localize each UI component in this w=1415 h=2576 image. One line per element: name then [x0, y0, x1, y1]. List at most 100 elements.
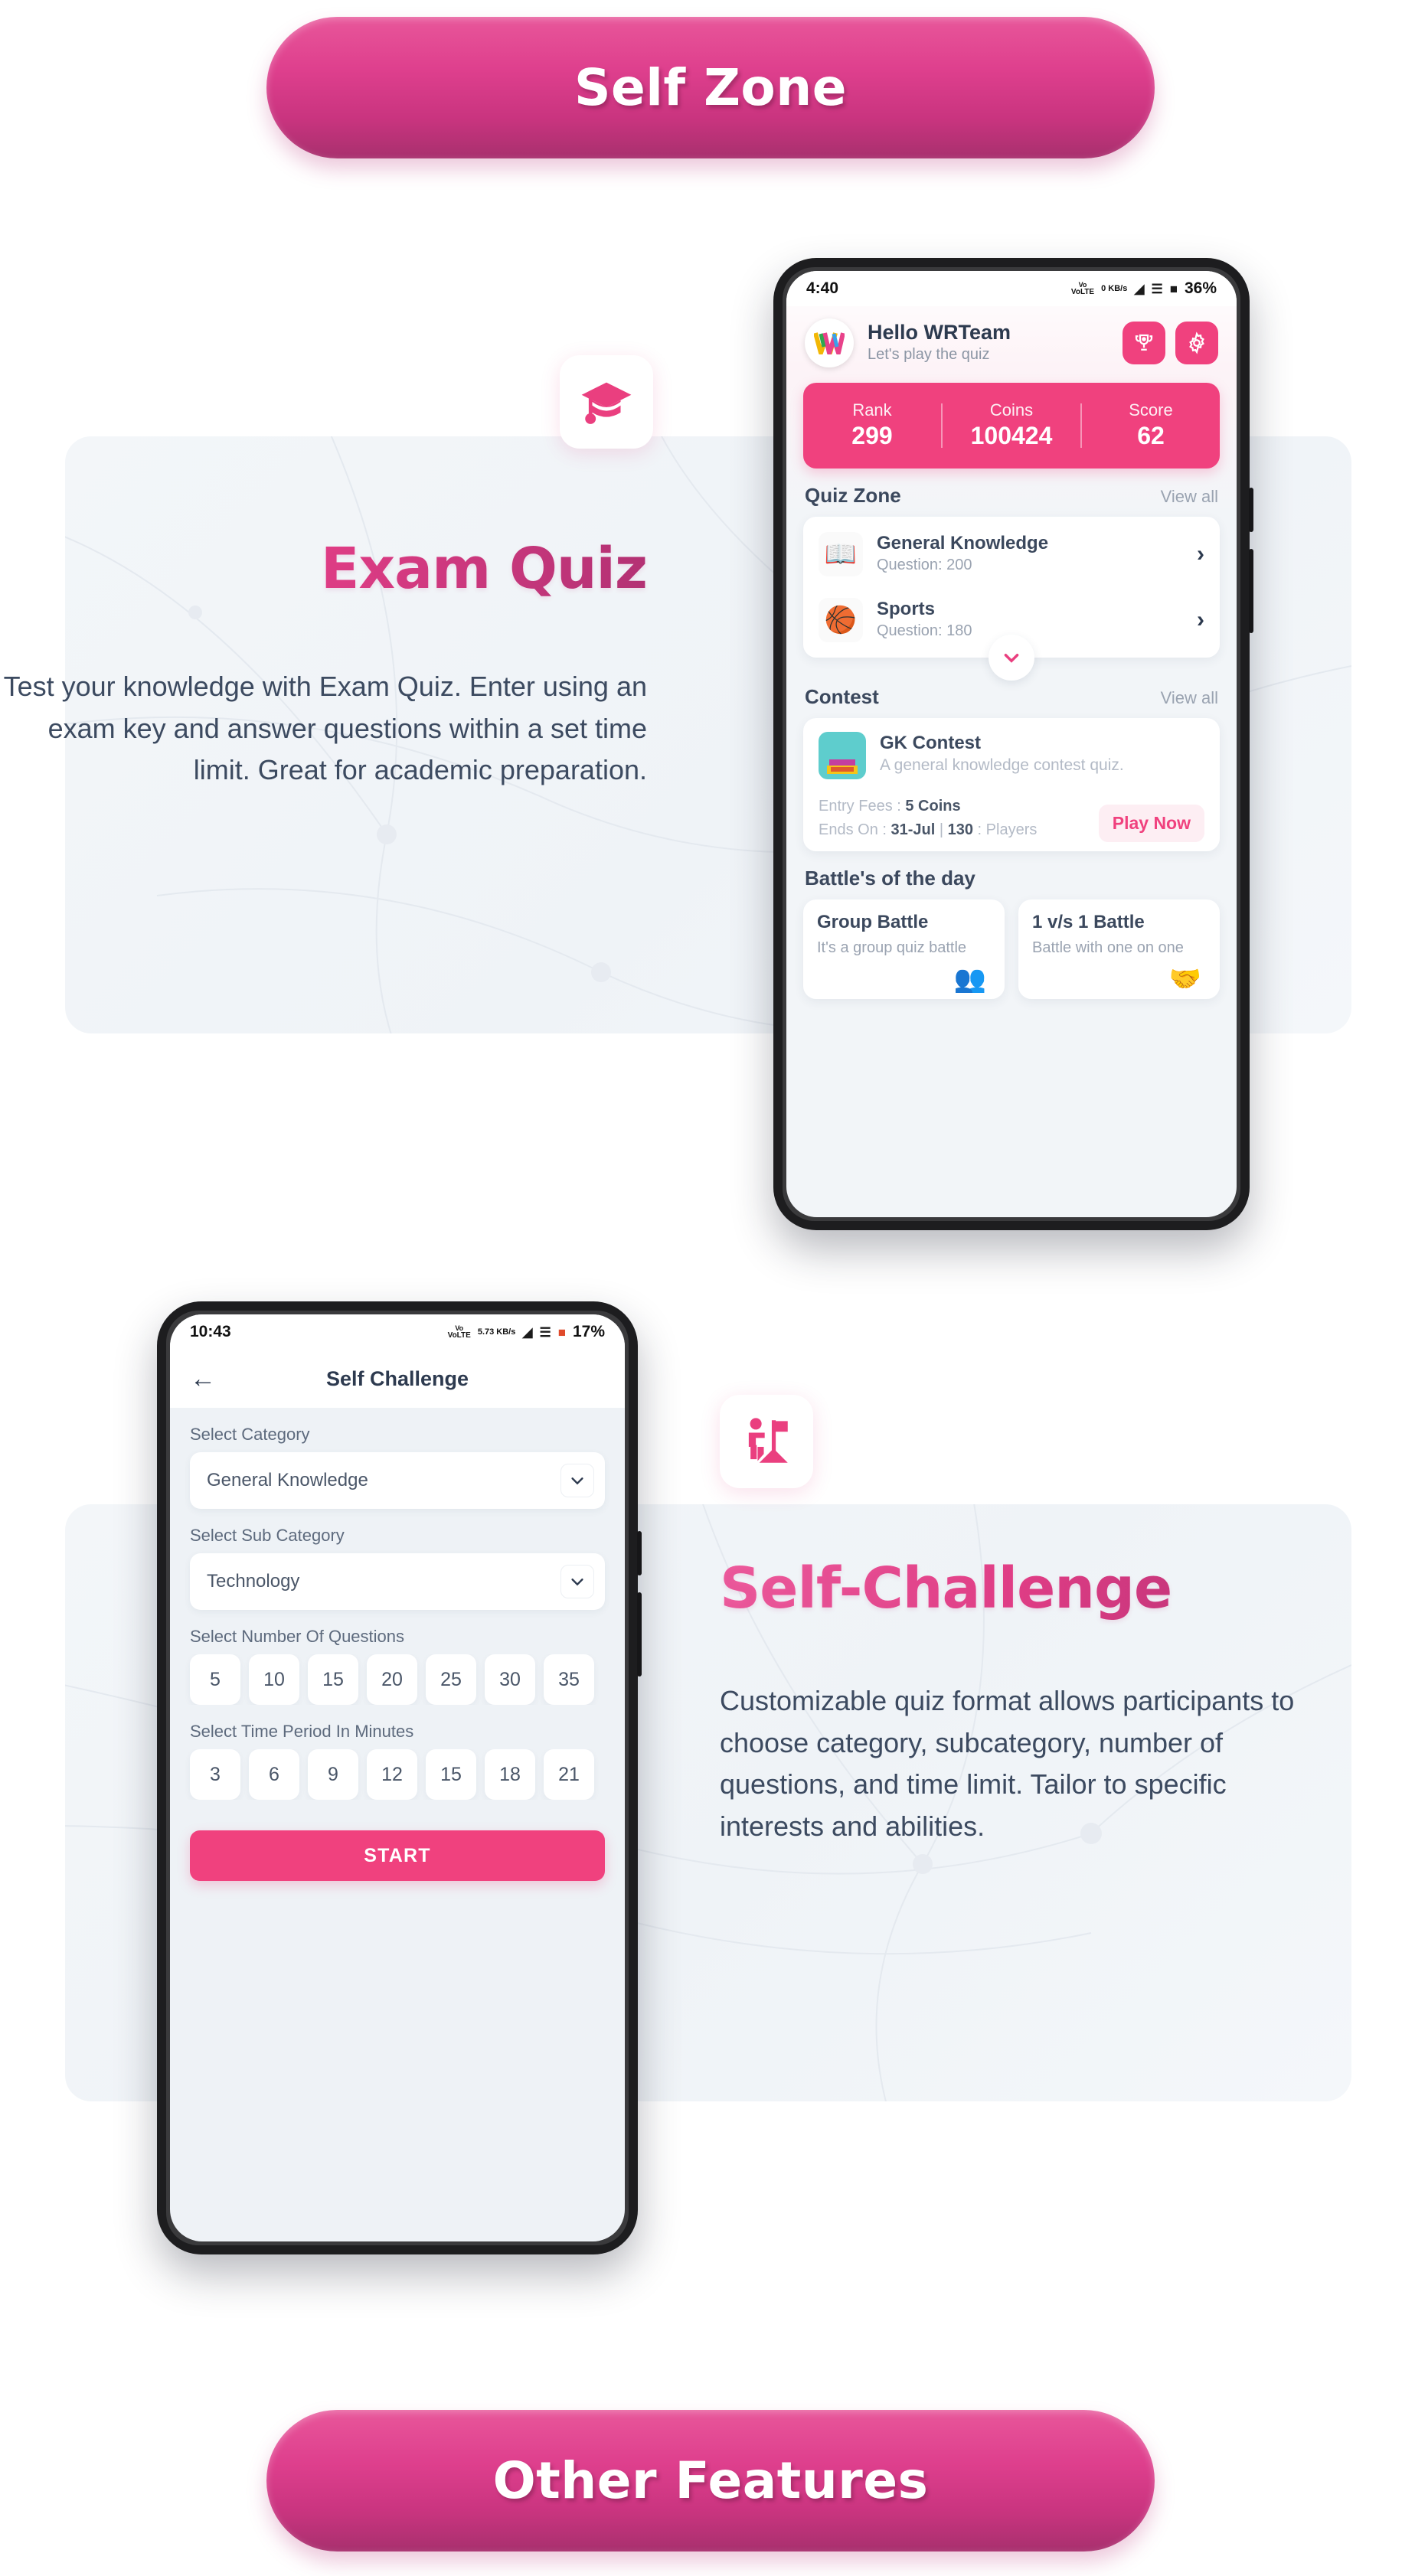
chevron-right-icon: ›	[1197, 541, 1204, 566]
phone-volume-button	[1249, 549, 1253, 633]
self-challenge-description: Customizable quiz format allows particip…	[720, 1685, 1295, 1843]
question-count-chip[interactable]: 10	[249, 1654, 299, 1705]
phone-side-button	[637, 1531, 642, 1575]
contest-thumbnail	[819, 732, 866, 779]
phone-screen: 4:40 Vo VoLTE 0 KB/s ◢ ☰ ■ 36% Hello WRT…	[786, 271, 1237, 1217]
subcategory-value: Technology	[207, 1571, 300, 1592]
question-count-chip[interactable]: 35	[544, 1654, 594, 1705]
chevron-down-icon	[1004, 654, 1019, 663]
chevron-right-icon: ›	[1197, 607, 1204, 632]
contest-entry-fees: Entry Fees : 5 Coins	[819, 798, 961, 815]
battle-card-description: It's a group quiz battle	[817, 939, 967, 956]
stat-score: Score 62	[1129, 400, 1173, 450]
avatar[interactable]	[805, 318, 854, 367]
collapse-toggle-button[interactable]	[989, 635, 1034, 681]
sports-balls-icon: 🏀	[819, 598, 863, 642]
contest-header: Contest View all	[786, 681, 1237, 718]
list-item[interactable]: 📖 General Knowledge Question: 200 ›	[803, 521, 1220, 587]
time-period-chip[interactable]: 6	[249, 1749, 299, 1800]
trophy-icon	[1135, 334, 1153, 351]
other-features-banner-label: Other Features	[492, 2451, 929, 2510]
status-time: 10:43	[190, 1323, 231, 1340]
time-period-label: Select Time Period In Minutes	[190, 1722, 414, 1741]
time-period-chip[interactable]: 18	[485, 1749, 535, 1800]
category-dropdown-toggle[interactable]	[560, 1464, 594, 1497]
time-period-chip[interactable]: 15	[426, 1749, 476, 1800]
time-period-chip[interactable]: 9	[308, 1749, 358, 1800]
question-count-label: Select Number Of Questions	[190, 1627, 405, 1646]
contest-view-all[interactable]: View all	[1161, 688, 1218, 708]
chevron-down-icon	[571, 1477, 583, 1485]
battles-row: Group Battle It's a group quiz battle 👥 …	[803, 899, 1220, 999]
question-count-chip[interactable]: 20	[367, 1654, 417, 1705]
contest-banner-icon	[827, 759, 858, 774]
time-period-chip[interactable]: 3	[190, 1749, 240, 1800]
wifi-icon: ◢	[522, 1324, 533, 1340]
book-bulb-icon: 📖	[819, 532, 863, 576]
wrteam-logo-icon	[814, 332, 845, 354]
wifi-icon: ◢	[1134, 281, 1145, 296]
battles-title: Battle's of the day	[805, 867, 975, 890]
time-period-chip[interactable]: 21	[544, 1749, 594, 1800]
exam-quiz-title: Exam Quiz	[0, 536, 712, 602]
category-value: General Knowledge	[207, 1470, 368, 1490]
status-datarate-icon: 5.73 KB/s	[477, 1327, 516, 1337]
self-zone-banner-label: Self Zone	[574, 58, 848, 117]
subcategory-dropdown[interactable]: Technology	[190, 1553, 605, 1610]
question-count-chip[interactable]: 5	[190, 1654, 240, 1705]
contest-title: Contest	[805, 685, 879, 708]
phone-mockup-self-challenge: 10:43 Vo VoLTE 5.73 KB/s ◢ ☰ ■ 17% ← Self…	[157, 1301, 642, 2254]
battery-icon: ■	[1169, 281, 1178, 296]
quiz-zone-title: Quiz Zone	[805, 484, 901, 507]
list-item-subtitle: Question: 200	[877, 557, 972, 574]
group-battle-card[interactable]: Group Battle It's a group quiz battle 👥	[803, 899, 1005, 999]
status-volte-icon: Vo VoLTE	[1070, 280, 1095, 296]
subcategory-dropdown-toggle[interactable]	[560, 1565, 594, 1598]
battle-card-title: 1 v/s 1 Battle	[1032, 912, 1145, 932]
stat-coins: Coins 100424	[970, 400, 1053, 450]
phone-side-button	[1249, 488, 1253, 532]
graduation-cap-icon	[581, 382, 632, 424]
status-bar: 4:40 Vo VoLTE 0 KB/s ◢ ☰ ■ 36%	[786, 271, 1237, 306]
question-count-options: 5 10 15 20 25 30 35	[170, 1654, 625, 1705]
stats-bar: Rank 299 Coins 100424 Score 62	[803, 383, 1220, 469]
status-bar: 10:43 Vo VoLTE 5.73 KB/s ◢ ☰ ■ 17%	[170, 1314, 625, 1350]
question-count-chip[interactable]: 25	[426, 1654, 476, 1705]
other-features-banner[interactable]: Other Features	[266, 2410, 1155, 2552]
phone-volume-button	[637, 1592, 642, 1677]
category-label: Select Category	[190, 1425, 310, 1444]
battle-card-description: Battle with one on one	[1032, 939, 1184, 956]
graduation-cap-icon-tile	[560, 355, 653, 449]
signal-icon: ☰	[1151, 281, 1163, 296]
status-time: 4:40	[806, 279, 839, 297]
quiz-zone-view-all[interactable]: View all	[1161, 487, 1218, 507]
group-people-icon: 👥	[953, 965, 986, 994]
back-arrow-icon[interactable]: ←	[190, 1366, 216, 1392]
play-now-button[interactable]: Play Now	[1098, 805, 1204, 842]
quiz-zone-header: Quiz Zone View all	[786, 469, 1237, 517]
list-item-subtitle: Question: 180	[877, 622, 972, 640]
settings-button[interactable]	[1175, 322, 1218, 364]
battle-card-title: Group Battle	[817, 912, 929, 932]
page-title: Self Challenge	[325, 1366, 469, 1390]
self-challenge-icon-tile	[720, 1395, 813, 1488]
start-button[interactable]: START	[190, 1830, 605, 1881]
contest-card[interactable]: GK Contest A general knowledge contest q…	[803, 718, 1220, 851]
one-vs-one-battle-card[interactable]: 1 v/s 1 Battle Battle with one on one 🤝	[1018, 899, 1220, 999]
time-period-chip[interactable]: 12	[367, 1749, 417, 1800]
battles-header: Battle's of the day	[786, 851, 1237, 899]
list-item-title: General Knowledge	[877, 532, 1049, 553]
battery-icon: ■	[557, 1324, 566, 1340]
trophy-button[interactable]	[1123, 322, 1165, 364]
status-datarate-icon: 0 KB/s	[1101, 283, 1128, 293]
self-challenge-title: Self-Challenge	[720, 1556, 1386, 1621]
question-count-chip[interactable]: 30	[485, 1654, 535, 1705]
handshake-icon: 🤝	[1168, 965, 1201, 994]
status-battery-percent: 17%	[572, 1323, 605, 1340]
category-dropdown[interactable]: General Knowledge	[190, 1452, 605, 1509]
self-zone-banner[interactable]: Self Zone	[266, 17, 1155, 158]
question-count-chip[interactable]: 15	[308, 1654, 358, 1705]
phone-screen: 10:43 Vo VoLTE 5.73 KB/s ◢ ☰ ■ 17% ← Self…	[170, 1314, 625, 2241]
app-header: Hello WRTeam Let's play the quiz	[786, 306, 1237, 375]
chevron-down-icon	[571, 1579, 583, 1586]
